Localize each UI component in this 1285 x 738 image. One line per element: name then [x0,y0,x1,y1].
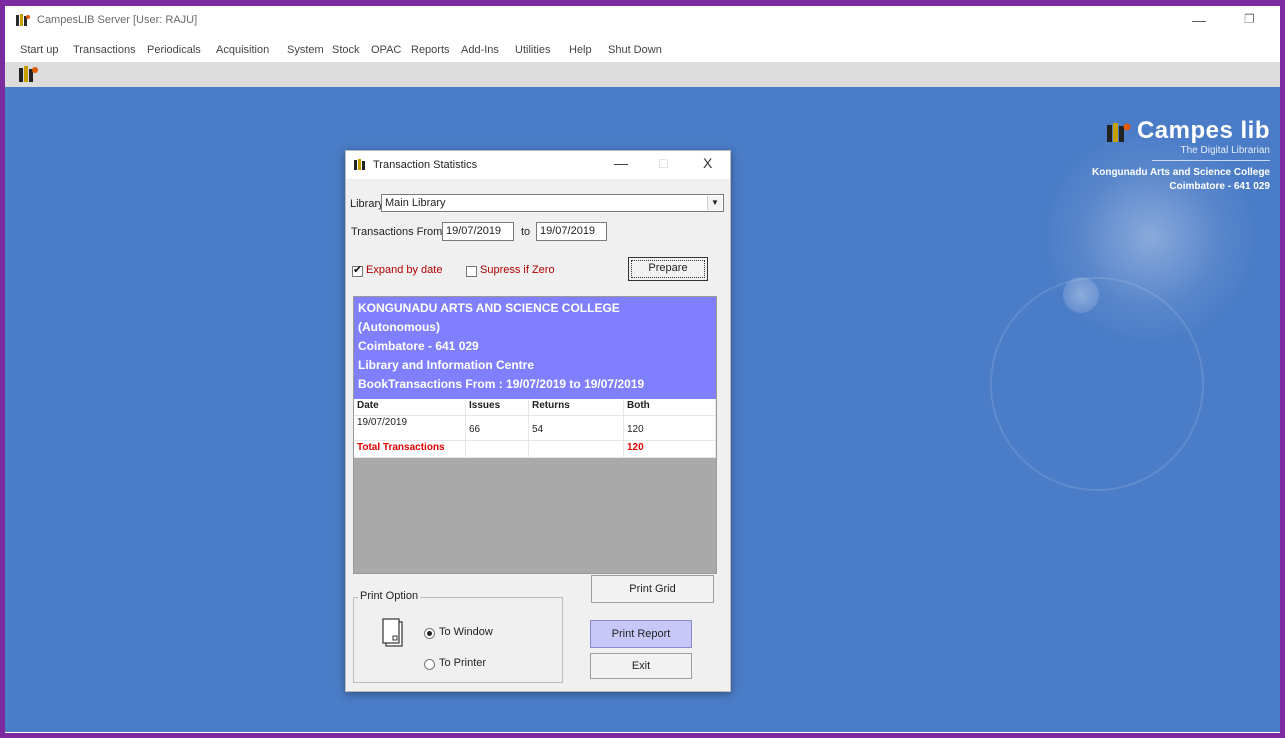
menu-acquisition[interactable]: Acquisition [216,44,269,56]
report-header-line: KONGUNADU ARTS AND SCIENCE COLLEGE [358,301,620,315]
menu-periodicals[interactable]: Periodicals [147,44,201,56]
dialog-minimize-button[interactable]: — [614,155,628,171]
menu-utilities[interactable]: Utilities [515,44,550,56]
title-bar: CampesLIB Server [User: RAJU] — ❐ [5,6,1280,42]
report-header-line: Library and Information Centre [358,358,535,372]
restore-button[interactable]: ❐ [1244,12,1255,26]
menu-transactions[interactable]: Transactions [73,44,136,56]
menu-stock[interactable]: Stock [332,44,360,56]
to-window-radio[interactable] [424,628,435,639]
transactions-table: Date Issues Returns Both 19/07/2019 66 5… [354,399,716,458]
brand-name: Campes lib [1136,117,1270,144]
column-header: Issues [465,399,529,416]
brand-tagline: The Digital Librarian [1180,145,1271,156]
menu-reports[interactable]: Reports [411,44,450,56]
exit-button[interactable]: Exit [590,653,692,679]
suppress-if-zero-checkbox[interactable] [466,266,477,277]
app-logo-icon [16,14,30,26]
chevron-down-icon[interactable]: ▼ [707,196,722,210]
report-header-line: BookTransactions From : 19/07/2019 to 19… [358,377,645,391]
report-header-line: Coimbatore - 641 029 [358,339,479,353]
library-label: Library [350,198,384,210]
minimize-button[interactable]: — [1192,12,1206,28]
document-icon [382,618,403,647]
menu-help[interactable]: Help [569,44,592,56]
branding-block: Campes lib The Digital Librarian Konguna… [1092,117,1270,192]
total-value: 120 [623,440,716,458]
expand-by-date-checkbox[interactable]: ✔ [352,264,363,277]
column-header: Both [623,399,716,416]
to-printer-radio[interactable] [424,659,435,670]
table-cell: 19/07/2019 [354,415,466,441]
total-label: Total Transactions [354,440,466,458]
menu-opac[interactable]: OPAC [371,44,401,56]
menu-shutdown[interactable]: Shut Down [608,44,662,56]
print-report-button[interactable]: Print Report [590,620,692,648]
column-header: Returns [528,399,624,416]
print-grid-button[interactable]: Print Grid [591,575,714,603]
window-title: CampesLIB Server [User: RAJU] [37,14,198,26]
menu-bar: Start up Transactions Periodicals Acquis… [5,40,1280,60]
college-city: Coimbatore - 641 029 [1169,181,1270,192]
menu-startup[interactable]: Start up [20,44,59,56]
decorative-ring [990,277,1204,491]
dialog-close-button[interactable]: X [703,155,712,171]
print-option-label: Print Option [358,590,421,602]
library-logo-icon[interactable] [17,65,39,83]
total-row: Total Transactions 120 [354,440,716,458]
menu-addins[interactable]: Add-Ins [461,44,499,56]
table-cell: 120 [623,415,716,441]
to-window-label[interactable]: To Window [439,626,493,638]
report-header-line: (Autonomous) [358,320,440,334]
suppress-if-zero-label[interactable]: Supress if Zero [480,264,555,276]
report-grid: KONGUNADU ARTS AND SCIENCE COLLEGE (Auto… [353,296,717,574]
campes-logo-icon [1106,122,1131,142]
dialog-logo-icon [354,159,365,170]
table-cell: 54 [528,415,624,441]
table-header-row: Date Issues Returns Both [354,399,716,416]
library-select[interactable]: Main Library ▼ [381,194,724,212]
to-printer-label[interactable]: To Printer [439,657,486,669]
to-date-field[interactable]: 19/07/2019 [536,222,607,241]
table-row: 19/07/2019 66 54 120 [354,415,716,441]
transaction-statistics-dialog: Transaction Statistics — □ X Library Mai… [345,150,731,692]
to-label: to [521,226,531,238]
dialog-title-bar: Transaction Statistics — □ X [346,151,730,179]
transactions-from-label: Transactions From [351,226,443,238]
dialog-title: Transaction Statistics [373,159,478,171]
decorative-orb [1063,277,1099,313]
print-option-group: Print Option To Window To Printer [353,590,563,683]
column-header: Date [354,399,466,416]
report-header: KONGUNADU ARTS AND SCIENCE COLLEGE (Auto… [354,297,716,399]
dialog-maximize-button: □ [659,155,668,171]
library-select-value: Main Library [385,197,446,209]
expand-by-date-label[interactable]: Expand by date [366,264,442,276]
prepare-button[interactable]: Prepare [628,257,708,281]
brand-divider [1152,160,1270,161]
college-name: Kongunadu Arts and Science College [1092,167,1270,178]
from-date-field[interactable]: 19/07/2019 [442,222,514,241]
table-cell: 66 [465,415,529,441]
toolbar [5,62,1280,87]
menu-system[interactable]: System [287,44,324,56]
